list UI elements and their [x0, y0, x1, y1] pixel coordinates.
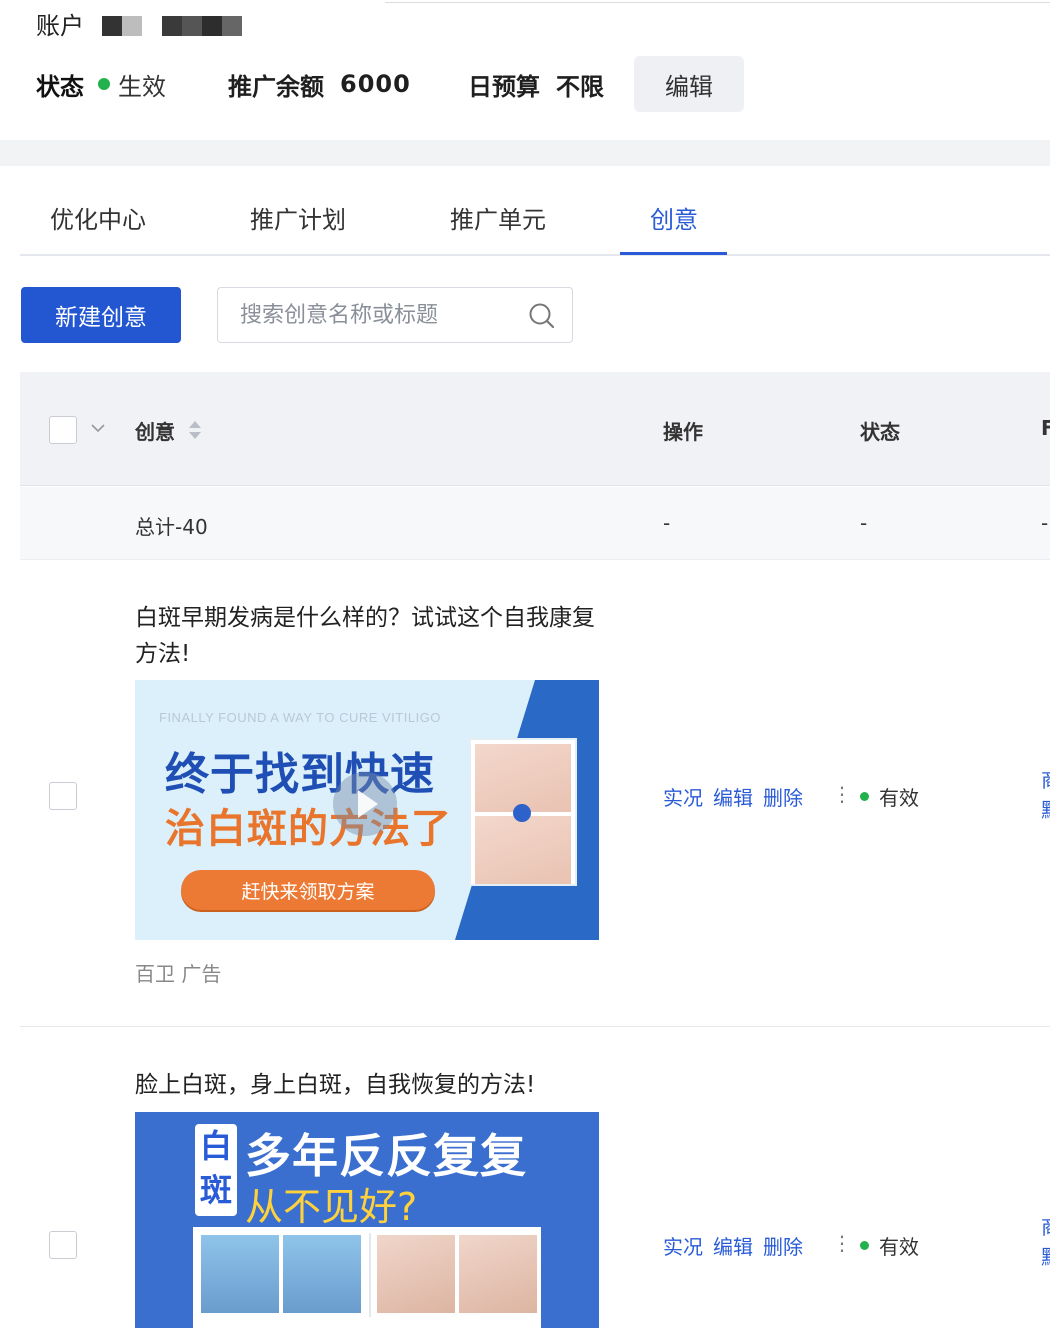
creative-title: 脸上白斑，身上白斑，自我恢复的方法!: [135, 1072, 536, 1098]
budget-field: 日预算 不限: [468, 64, 604, 104]
more-icon[interactable]: ⋮: [832, 1231, 852, 1255]
column-header-truncated: F: [1041, 416, 1050, 440]
table-header: 创意 操作 状态 F: [20, 372, 1050, 486]
search-input[interactable]: [240, 300, 520, 330]
ad-subheadline: 从不见好?: [245, 1185, 418, 1229]
more-icon[interactable]: ⋮: [832, 782, 852, 806]
row-checkbox[interactable]: [49, 782, 77, 810]
ad-english-text: FINALLY FOUND A WAY TO CURE VITILIGO: [159, 710, 441, 725]
total-status: -: [860, 511, 868, 535]
account-label: 账户: [36, 12, 84, 40]
budget-value: 不限: [556, 72, 604, 101]
live-link[interactable]: 实况: [663, 1231, 703, 1260]
balance-label: 推广余额: [228, 72, 324, 101]
status-label: 状态: [36, 72, 84, 101]
redacted-account-id: [102, 16, 122, 36]
balance-value: 6000: [340, 70, 411, 98]
status-dot-icon: [98, 78, 110, 90]
status-text: 有效: [879, 786, 919, 810]
active-tab-indicator: [620, 252, 727, 255]
tab-ad-groups[interactable]: 推广单元: [450, 200, 546, 235]
column-header-creative: 创意: [135, 420, 175, 444]
status-badge: 有效: [860, 1231, 919, 1260]
arrow-down-icon: [513, 804, 531, 822]
edit-account-button[interactable]: 编辑: [634, 56, 744, 112]
ad-photo-panel: [193, 1227, 541, 1328]
new-creative-button[interactable]: 新建创意: [21, 287, 181, 343]
tab-optimization-center[interactable]: 优化中心: [50, 200, 146, 235]
creative-source: 百卫 广告: [135, 962, 222, 986]
truncated-column-cell[interactable]: 商 默: [1041, 765, 1050, 825]
total-edge: -: [1041, 511, 1049, 535]
creative-title: 白斑早期发病是什么样的？试试这个自我康复方法!: [135, 605, 595, 667]
table-row: 白斑早期发病是什么样的？试试这个自我康复方法! FINALLY FOUND A …: [20, 560, 1050, 1027]
section-divider: [0, 140, 1050, 166]
delete-link[interactable]: 删除: [763, 782, 803, 811]
budget-label: 日预算: [468, 72, 540, 101]
status-dot-icon: [860, 792, 869, 801]
table-row: 脸上白斑，身上白斑，自我恢复的方法! 白斑 多年反反复复 从不见好? 实况 编辑…: [20, 1027, 1050, 1328]
ad-cta-button: 赶快来领取方案: [181, 870, 435, 910]
search-box: [217, 287, 573, 343]
edit-link[interactable]: 编辑: [713, 1231, 753, 1260]
chevron-down-icon[interactable]: [88, 418, 108, 438]
ad-subheadline: 治白斑的方法了: [165, 806, 452, 852]
status-badge: 有效: [860, 782, 919, 811]
sort-icon[interactable]: [188, 419, 202, 441]
balance-field: 推广余额 6000: [228, 64, 411, 104]
select-all-checkbox[interactable]: [49, 416, 77, 444]
status-dot-icon: [860, 1241, 869, 1250]
search-icon[interactable]: [528, 302, 556, 330]
edit-link[interactable]: 编辑: [713, 782, 753, 811]
redacted-account-id: [122, 16, 142, 36]
redacted-account-name: [162, 16, 242, 36]
total-label: 总计-40: [135, 515, 208, 539]
live-link[interactable]: 实况: [663, 782, 703, 811]
tab-bar: 优化中心 推广计划 推广单元 创意: [20, 166, 1050, 256]
creative-thumbnail[interactable]: 白斑 多年反反复复 从不见好?: [135, 1112, 599, 1328]
status-field: 状态 生效: [36, 64, 166, 104]
truncated-column-cell[interactable]: 商 默: [1041, 1212, 1050, 1272]
column-header-actions: 操作: [663, 420, 703, 444]
tab-campaigns[interactable]: 推广计划: [250, 200, 346, 235]
ad-tag: 白斑: [195, 1124, 237, 1216]
play-icon[interactable]: [333, 772, 397, 836]
top-divider: [385, 2, 1050, 3]
row-actions: 实况 编辑 删除: [663, 1231, 803, 1260]
row-checkbox[interactable]: [49, 1231, 77, 1259]
status-text: 有效: [879, 1235, 919, 1259]
status-value: 生效: [118, 72, 166, 101]
total-row: 总计-40 - - -: [20, 487, 1050, 560]
creative-thumbnail[interactable]: FINALLY FOUND A WAY TO CURE VITILIGO 终于找…: [135, 680, 599, 940]
tab-creatives[interactable]: 创意: [650, 200, 698, 235]
column-header-status: 状态: [860, 420, 900, 444]
ad-photo: [469, 738, 577, 886]
delete-link[interactable]: 删除: [763, 1231, 803, 1260]
total-ops: -: [663, 511, 671, 535]
row-actions: 实况 编辑 删除: [663, 782, 803, 811]
